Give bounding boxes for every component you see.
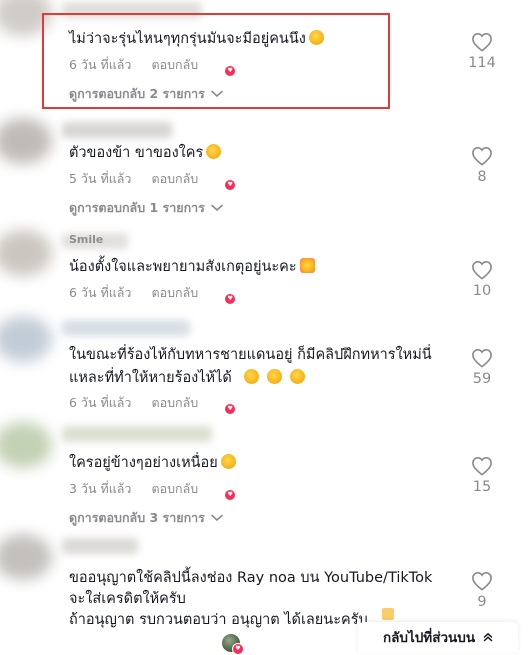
like-button[interactable]: 9 bbox=[462, 571, 502, 610]
like-count: 9 bbox=[477, 594, 487, 610]
comment-text-body: ตัวของข้า ขาของใคร bbox=[69, 145, 204, 161]
double-chevron-up-icon bbox=[483, 633, 493, 642]
comment-author: Smile bbox=[69, 234, 104, 243]
smiling-face-with-sweat-icon bbox=[267, 369, 283, 384]
comment-text: น้องตั้งใจและพยายามสังเกตุอยู่นะคะ bbox=[69, 257, 459, 278]
heart-outline-icon bbox=[472, 456, 492, 476]
comment-text: ใครอยู่ข้างๆอย่างเหนื่อย bbox=[69, 453, 459, 474]
highlight-box bbox=[42, 13, 390, 109]
reply-button[interactable]: ตอบกลับ bbox=[151, 283, 198, 303]
emoji-icon bbox=[382, 608, 394, 620]
like-count: 114 bbox=[468, 55, 496, 71]
view-replies-button[interactable]: ดูการตอบกลับ 1 รายการ bbox=[69, 198, 223, 218]
like-button[interactable]: 59 bbox=[462, 348, 502, 387]
username-blur-6 bbox=[62, 538, 138, 554]
avatar-blur-5 bbox=[0, 422, 52, 468]
chevron-down-icon bbox=[211, 514, 223, 521]
face-with-hand-over-mouth-icon bbox=[290, 369, 306, 384]
comment-text-line: ในขณะที่ร้องไห้กับทหารชายแดนอยู่ ก็มีคลิ… bbox=[69, 347, 432, 363]
creator-avatar-heart-icon: ♥ bbox=[222, 634, 244, 655]
username-blur-4 bbox=[62, 320, 190, 336]
view-replies-button[interactable]: ดูการตอบกลับ 3 รายการ bbox=[69, 508, 223, 528]
avatar-blur-3 bbox=[0, 230, 52, 276]
like-count: 59 bbox=[472, 371, 492, 387]
comment-meta: 6 วัน ที่แล้ว ตอบกลับ ♥ bbox=[69, 393, 237, 415]
comment-text-line: แหละที่ทำให้หายร้องไห้ได้ bbox=[69, 370, 232, 386]
like-count: 8 bbox=[477, 169, 487, 185]
comment-meta: 6 วัน ที่แล้ว ตอบกลับ ♥ bbox=[69, 283, 237, 305]
grinning-squinting-face-icon bbox=[220, 454, 236, 469]
heart-outline-icon bbox=[472, 260, 492, 280]
back-to-top-button[interactable]: กลับไปที่ส่วนบน bbox=[358, 622, 518, 652]
creator-avatar-heart-icon: ♥ bbox=[214, 170, 237, 191]
creator-avatar-heart-icon: ♥ bbox=[214, 480, 237, 501]
creator-avatar-heart-icon: ♥ bbox=[214, 394, 237, 415]
view-replies-label: ดูการตอบกลับ 1 รายการ bbox=[69, 200, 205, 215]
comment-text-line: จะใส่เครดิตให้ครับ bbox=[69, 591, 186, 607]
comment-meta: 3 วัน ที่แล้ว ตอบกลับ ♥ bbox=[69, 479, 237, 501]
chevron-down-icon bbox=[211, 204, 223, 211]
comment-time: 6 วัน ที่แล้ว bbox=[69, 395, 132, 410]
comment-time: 5 วัน ที่แล้ว bbox=[69, 171, 132, 186]
avatar-blur-4 bbox=[0, 316, 52, 362]
comment-meta: 5 วัน ที่แล้ว ตอบกลับ ♥ bbox=[69, 169, 237, 191]
comment-text-body: น้องตั้งใจและพยายามสังเกตุอยู่นะคะ bbox=[69, 259, 297, 275]
like-button[interactable]: 10 bbox=[462, 260, 502, 299]
smiling-face-with-sweat-icon bbox=[206, 144, 222, 159]
avatar-blur-2 bbox=[0, 118, 52, 164]
smiling-face-with-hearts-icon bbox=[299, 258, 315, 273]
reply-button[interactable]: ตอบกลับ bbox=[151, 169, 198, 189]
comment-text-body: ใครอยู่ข้างๆอย่างเหนื่อย bbox=[69, 455, 218, 471]
comment-time: 6 วัน ที่แล้ว bbox=[69, 285, 132, 300]
back-to-top-label: กลับไปที่ส่วนบน bbox=[382, 630, 476, 646]
comment-time: 3 วัน ที่แล้ว bbox=[69, 481, 132, 496]
reply-button[interactable]: ตอบกลับ bbox=[151, 479, 198, 499]
comment-text: ในขณะที่ร้องไห้กับทหารชายแดนอยู่ ก็มีคลิ… bbox=[69, 345, 459, 389]
pleading-face-icon bbox=[244, 369, 260, 384]
username-blur-5 bbox=[62, 426, 212, 442]
view-replies-label: ดูการตอบกลับ 3 รายการ bbox=[69, 510, 205, 525]
heart-outline-icon bbox=[472, 571, 492, 591]
username-blur-2 bbox=[62, 122, 172, 138]
creator-avatar-heart-icon: ♥ bbox=[214, 284, 237, 305]
comment-text-line: ขออนุญาตใช้คลิปนี้ลงช่อง Ray noa บน YouT… bbox=[69, 570, 433, 586]
like-button[interactable]: 15 bbox=[462, 456, 502, 495]
comment-text: ตัวของข้า ขาของใคร bbox=[69, 143, 459, 164]
like-count: 10 bbox=[472, 283, 492, 299]
reply-button[interactable]: ตอบกลับ bbox=[151, 393, 198, 413]
heart-outline-icon bbox=[472, 32, 492, 52]
like-count: 15 bbox=[472, 479, 492, 495]
like-button[interactable]: 8 bbox=[462, 146, 502, 185]
avatar-blur-6 bbox=[0, 534, 52, 580]
heart-outline-icon bbox=[472, 348, 492, 368]
heart-outline-icon bbox=[472, 146, 492, 166]
like-button[interactable]: 114 bbox=[462, 32, 502, 71]
